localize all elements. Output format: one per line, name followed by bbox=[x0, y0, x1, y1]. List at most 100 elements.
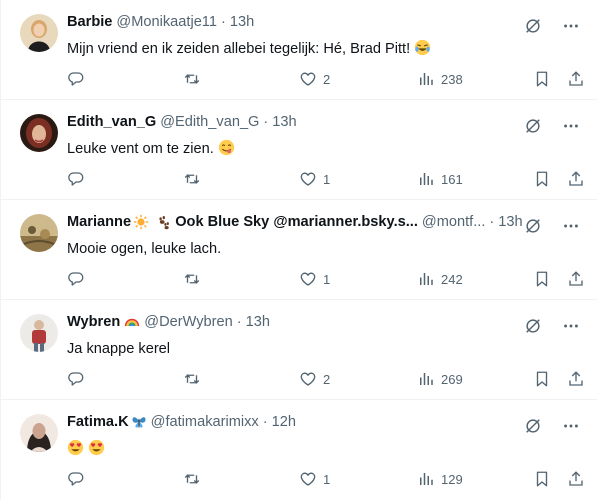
views-button[interactable]: 161 bbox=[417, 168, 463, 190]
reply-tweet[interactable]: Barbie @Monikaatje11 · 13h Mijn vriend e… bbox=[1, 0, 597, 100]
user-handle[interactable]: @DerWybren bbox=[144, 312, 232, 332]
views-button[interactable]: 238 bbox=[417, 68, 463, 90]
display-name[interactable]: Barbie bbox=[67, 12, 112, 32]
share-button[interactable] bbox=[567, 268, 585, 290]
tweet-text bbox=[67, 439, 585, 459]
timestamp[interactable]: 13h bbox=[498, 212, 522, 232]
display-name[interactable]: Marianne Ook Blue Sky @marianner.bsky.s.… bbox=[67, 212, 418, 232]
retweet-icon bbox=[184, 374, 200, 384]
like-button[interactable]: 1 bbox=[299, 268, 330, 290]
separator-dot: · bbox=[263, 114, 269, 130]
timestamp[interactable]: 13h bbox=[230, 12, 254, 32]
reply-icon bbox=[68, 172, 84, 186]
view-count: 129 bbox=[441, 471, 463, 487]
grok-icon[interactable] bbox=[523, 416, 543, 436]
retweet-button[interactable] bbox=[183, 468, 201, 490]
grok-icon[interactable] bbox=[523, 216, 543, 236]
like-count: 1 bbox=[323, 271, 331, 287]
share-button[interactable] bbox=[567, 368, 585, 390]
analytics-icon bbox=[420, 473, 433, 485]
reply-button[interactable] bbox=[67, 468, 85, 490]
separator-dot: · bbox=[236, 314, 242, 330]
tweet-text-body: Mooie ogen, leuke lach. bbox=[67, 241, 222, 257]
like-button[interactable]: 2 bbox=[299, 368, 330, 390]
grok-icon[interactable] bbox=[523, 16, 543, 36]
share-button[interactable] bbox=[567, 68, 585, 90]
analytics-icon bbox=[420, 73, 433, 85]
user-handle[interactable]: @Edith_van_G bbox=[160, 112, 259, 132]
reply-icon bbox=[68, 372, 84, 386]
heart-icon bbox=[300, 172, 316, 186]
rainbow-emoji-icon bbox=[124, 314, 140, 330]
timestamp[interactable]: 13h bbox=[272, 112, 296, 132]
like-button[interactable]: 2 bbox=[299, 68, 330, 90]
separator-dot: · bbox=[489, 214, 495, 230]
sun-emoji-icon bbox=[133, 214, 149, 230]
user-handle[interactable]: @montf... bbox=[422, 212, 485, 232]
reply-button[interactable] bbox=[67, 168, 85, 190]
reply-icon bbox=[68, 72, 84, 86]
views-button[interactable]: 129 bbox=[417, 468, 463, 490]
bookmark-button[interactable] bbox=[533, 368, 551, 390]
grok-icon[interactable] bbox=[523, 116, 543, 136]
share-icon bbox=[569, 471, 583, 486]
bookmark-button[interactable] bbox=[533, 468, 551, 490]
like-button[interactable]: 1 bbox=[299, 168, 330, 190]
display-name-suffix: Ook Blue Sky @marianner.bsky.s... bbox=[175, 214, 418, 230]
avatar[interactable] bbox=[20, 114, 58, 152]
tweet-actions: 2 238 bbox=[67, 68, 585, 90]
timestamp[interactable]: 12h bbox=[272, 412, 296, 432]
avatar[interactable] bbox=[20, 314, 58, 352]
retweet-button[interactable] bbox=[183, 368, 201, 390]
user-handle[interactable]: @Monikaatje11 bbox=[116, 12, 217, 32]
reply-tweet[interactable]: Marianne Ook Blue Sky @marianner.bsky.s.… bbox=[1, 200, 597, 300]
display-name[interactable]: Edith_van_G bbox=[67, 112, 156, 132]
display-name[interactable]: Fatima.K bbox=[67, 412, 129, 432]
reply-button[interactable] bbox=[67, 368, 85, 390]
paw-prints-emoji-icon bbox=[155, 214, 171, 230]
reply-button[interactable] bbox=[67, 268, 85, 290]
retweet-icon bbox=[184, 74, 200, 84]
avatar[interactable] bbox=[20, 14, 58, 52]
tweet-actions: 1 161 bbox=[67, 168, 585, 190]
timestamp[interactable]: 13h bbox=[246, 312, 270, 332]
blue-butterfly-emoji-icon bbox=[131, 414, 147, 430]
share-icon bbox=[569, 371, 583, 386]
like-button[interactable]: 1 bbox=[299, 468, 330, 490]
views-button[interactable]: 242 bbox=[417, 268, 463, 290]
analytics-icon bbox=[420, 173, 433, 185]
reply-tweet[interactable]: Wybren @DerWybren · 13h Ja knappe kerel bbox=[1, 300, 597, 400]
smiling-face-with-heart-eyes-icon bbox=[67, 439, 84, 456]
avatar[interactable] bbox=[20, 214, 58, 252]
more-options-icon[interactable] bbox=[561, 216, 581, 236]
bookmark-icon bbox=[536, 471, 548, 487]
retweet-button[interactable] bbox=[183, 68, 201, 90]
retweet-button[interactable] bbox=[183, 168, 201, 190]
retweet-icon bbox=[184, 274, 200, 284]
bookmark-button[interactable] bbox=[533, 68, 551, 90]
heart-icon bbox=[300, 272, 316, 286]
reply-tweet[interactable]: Fatima.K @fatimakarimixx · 12h 1 129 bbox=[1, 400, 597, 500]
share-button[interactable] bbox=[567, 168, 585, 190]
tweet-text: Mooie ogen, leuke lach. bbox=[67, 239, 585, 259]
bookmark-button[interactable] bbox=[533, 168, 551, 190]
reply-tweet[interactable]: Edith_van_G @Edith_van_G · 13h Leuke ven… bbox=[1, 100, 597, 200]
heart-icon bbox=[300, 72, 316, 86]
grok-icon[interactable] bbox=[523, 316, 543, 336]
tweet-text: Ja knappe kerel bbox=[67, 339, 585, 359]
display-name[interactable]: Wybren bbox=[67, 312, 120, 332]
share-icon bbox=[569, 71, 583, 86]
user-handle[interactable]: @fatimakarimixx bbox=[151, 412, 259, 432]
reply-button[interactable] bbox=[67, 68, 85, 90]
views-button[interactable]: 269 bbox=[417, 368, 463, 390]
avatar[interactable] bbox=[20, 414, 58, 452]
retweet-button[interactable] bbox=[183, 268, 201, 290]
more-options-icon[interactable] bbox=[561, 116, 581, 136]
bookmark-button[interactable] bbox=[533, 268, 551, 290]
more-options-icon[interactable] bbox=[561, 416, 581, 436]
share-button[interactable] bbox=[567, 468, 585, 490]
more-options-icon[interactable] bbox=[561, 16, 581, 36]
heart-icon bbox=[300, 472, 316, 486]
more-options-icon[interactable] bbox=[561, 316, 581, 336]
heart-icon bbox=[300, 372, 316, 386]
